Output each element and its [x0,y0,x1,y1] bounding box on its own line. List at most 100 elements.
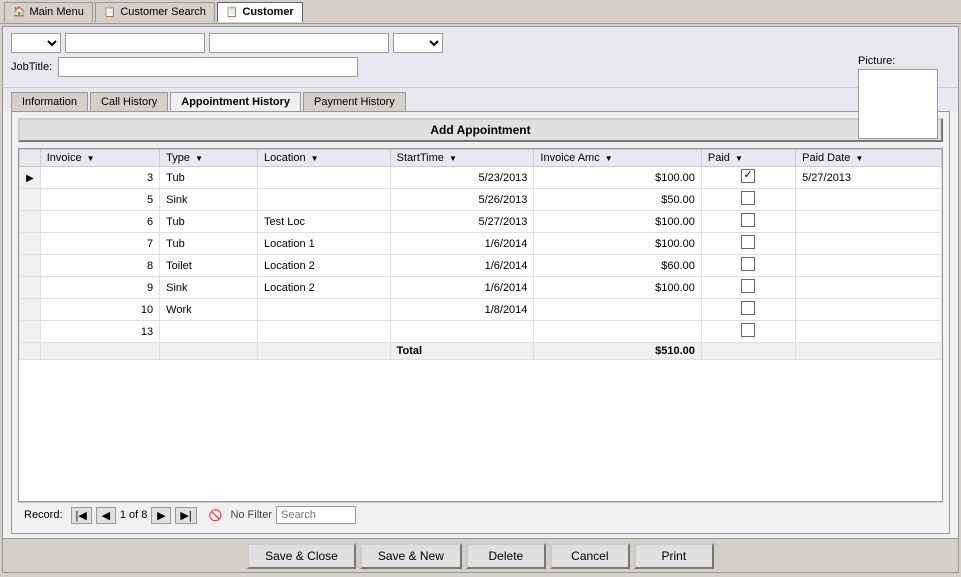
paid-checkbox[interactable] [741,213,755,227]
cell-paid-date [796,277,942,299]
table-row[interactable]: 5Sink5/26/2013$50.00 [20,189,942,211]
tab-call-history[interactable]: Call History [90,92,168,111]
name-row: Mr. Mrs. Test Customer Jr. Sr. [11,33,950,53]
nav-bar: Record: |◀ ◀ 1 of 8 ▶ ▶| 🚫 No Filter [18,502,943,527]
add-appointment-button[interactable]: Add Appointment [18,118,943,142]
cell-paid[interactable] [701,299,795,321]
total-row: Total$510.00 [20,343,942,360]
cell-paid[interactable] [701,321,795,343]
nav-last-button[interactable]: ▶| [175,507,196,524]
first-name-field[interactable]: Test [65,33,205,53]
no-filter-icon: 🚫 [209,509,223,522]
row-selector[interactable] [20,299,41,321]
total-cell: Total [390,343,534,360]
total-cell [160,343,258,360]
nav-first-button[interactable]: |◀ [71,507,92,524]
table-row[interactable]: 6TubTest Loc5/27/2013$100.00 [20,211,942,233]
col-type[interactable]: Type ▼ [160,150,258,167]
row-selector[interactable] [20,189,41,211]
picture-label: Picture: [858,55,938,67]
cell-paid[interactable] [701,277,795,299]
tab-main-menu[interactable]: 🏠 Main Menu [4,2,93,22]
cell-invoice-amount: $50.00 [534,189,701,211]
type-sort-icon: ▼ [195,154,203,163]
col-location[interactable]: Location ▼ [257,150,390,167]
paid-checkbox[interactable] [741,235,755,249]
table-row[interactable]: 7TubLocation 11/6/2014$100.00 [20,233,942,255]
picture-box[interactable] [858,69,938,139]
location-sort-icon: ▼ [311,154,319,163]
cell-paid[interactable] [701,211,795,233]
table-row[interactable]: 10Work 1/8/2014 [20,299,942,321]
nav-next-button[interactable]: ▶ [151,507,171,524]
cell-invoice: 3 [40,167,159,189]
table-row[interactable]: 13 [20,321,942,343]
paid-checkbox[interactable] [741,191,755,205]
col-paid-date[interactable]: Paid Date ▼ [796,150,942,167]
cell-paid-date [796,189,942,211]
cell-paid[interactable] [701,189,795,211]
row-selector[interactable] [20,321,41,343]
jobtitle-label: JobTitle: [11,61,52,73]
job-title-field[interactable] [58,57,358,77]
paid-checkbox[interactable] [741,279,755,293]
tab-payment-history[interactable]: Payment History [303,92,406,111]
col-invoice[interactable]: Invoice ▼ [40,150,159,167]
appointments-table: Invoice ▼ Type ▼ Location ▼ StartTime [19,149,942,360]
cell-invoice-amount: $100.00 [534,233,701,255]
paid-checkbox[interactable] [741,169,755,183]
print-button[interactable]: Print [634,543,714,569]
table-row[interactable]: ▶3Tub5/23/2013$100.005/27/2013 [20,167,942,189]
paid-checkbox[interactable] [741,301,755,315]
cell-location [257,321,390,343]
tab-appointment-history[interactable]: Appointment History [170,92,301,111]
cell-invoice: 7 [40,233,159,255]
cell-location: Test Loc [257,211,390,233]
tab-customer-search[interactable]: 📋 Customer Search [95,2,215,22]
cell-paid-date [796,233,942,255]
row-selector[interactable] [20,211,41,233]
save-close-button[interactable]: Save & Close [247,543,356,569]
cell-location [257,299,390,321]
cell-paid-date [796,255,942,277]
cell-starttime [390,321,534,343]
main-menu-icon: 🏠 [13,7,25,18]
cell-paid[interactable] [701,167,795,189]
delete-button[interactable]: Delete [466,543,546,569]
paid-checkbox[interactable] [741,257,755,271]
cell-location: Location 1 [257,233,390,255]
cell-type [160,321,258,343]
last-name-field[interactable]: Customer [209,33,389,53]
cell-type: Work [160,299,258,321]
table-body: ▶3Tub5/23/2013$100.005/27/20135Sink5/26/… [20,167,942,360]
nav-prev-button[interactable]: ◀ [96,507,116,524]
customer-form: Mr. Mrs. Test Customer Jr. Sr. JobTitle:… [3,27,958,88]
title-prefix-select[interactable]: Mr. Mrs. [11,33,61,53]
cell-invoice: 10 [40,299,159,321]
row-selector[interactable] [20,233,41,255]
cell-paid[interactable] [701,255,795,277]
cell-invoice: 9 [40,277,159,299]
picture-area: Picture: [858,55,938,139]
bottom-bar: Save & Close Save & New Delete Cancel Pr… [3,538,958,572]
cell-starttime: 1/8/2014 [390,299,534,321]
suffix-select[interactable]: Jr. Sr. [393,33,443,53]
col-invoice-amount[interactable]: Invoice Amc ▼ [534,150,701,167]
cell-starttime: 1/6/2014 [390,233,534,255]
table-row[interactable]: 8ToiletLocation 21/6/2014$60.00 [20,255,942,277]
paid-checkbox[interactable] [741,323,755,337]
row-selector[interactable] [20,255,41,277]
save-new-button[interactable]: Save & New [360,543,462,569]
cell-starttime: 5/27/2013 [390,211,534,233]
total-cell [701,343,795,360]
nav-search-input[interactable] [276,506,356,524]
col-starttime[interactable]: StartTime ▼ [390,150,534,167]
table-row[interactable]: 9SinkLocation 21/6/2014$100.00 [20,277,942,299]
cell-paid[interactable] [701,233,795,255]
row-selector[interactable] [20,277,41,299]
col-paid[interactable]: Paid ▼ [701,150,795,167]
cancel-button[interactable]: Cancel [550,543,630,569]
tab-customer[interactable]: 📋 Customer [217,2,303,22]
tab-information[interactable]: Information [11,92,88,111]
row-selector[interactable]: ▶ [20,167,41,189]
